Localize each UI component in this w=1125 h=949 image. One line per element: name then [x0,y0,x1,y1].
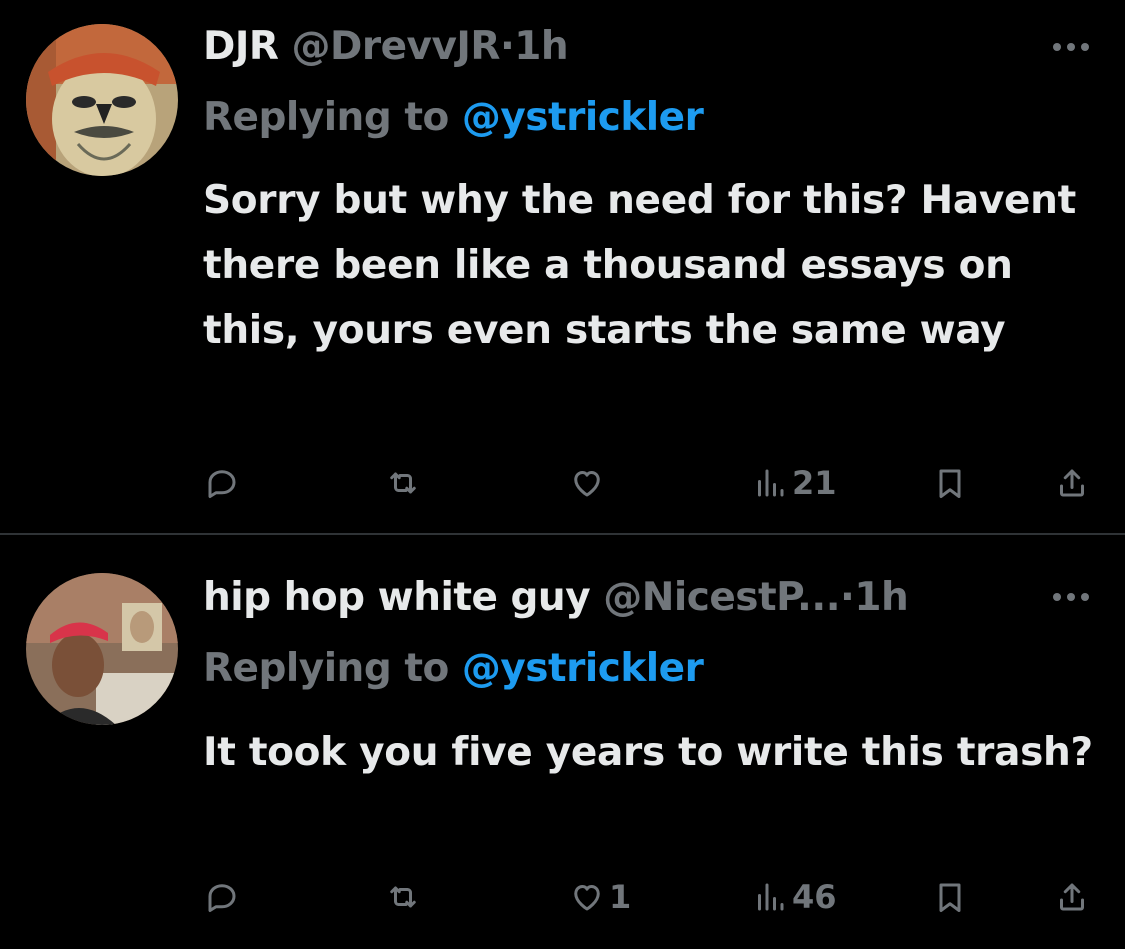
mention-link[interactable]: @ystrickler [462,646,704,691]
views-button[interactable]: 21 [752,463,837,503]
like-button[interactable]: 1 [569,877,631,917]
replying-prefix: Replying to [203,646,449,691]
reply-icon [208,884,236,912]
retweet-button[interactable] [385,877,425,917]
share-icon [1060,469,1084,497]
reply-button[interactable] [204,877,244,917]
like-button[interactable] [569,463,609,503]
display-name[interactable]: DJR [203,24,279,69]
action-bar: 1 46 [0,877,1125,917]
avatar[interactable] [26,24,178,176]
avatar[interactable] [26,573,178,725]
mention-link[interactable]: @ystrickler [462,95,704,140]
avatar-image [26,573,178,725]
reply-button[interactable] [204,463,244,503]
view-count: 46 [792,878,837,916]
heart-icon [574,885,600,911]
bookmark-icon [939,883,961,912]
display-name[interactable]: hip hop white guy [203,575,591,620]
share-button[interactable] [1054,463,1090,503]
tweet-text: Sorry but why the need for this? Havent … [203,178,1076,353]
like-count: 1 [609,878,632,916]
tweet-header: DJR @DrevvJR·1h [203,24,569,69]
tweet-text: It took you five years to write this tra… [203,730,1093,775]
separator: · [840,575,855,620]
heart-icon [574,471,600,497]
handle[interactable]: @DrevvJR [292,24,501,69]
views-button[interactable]: 46 [752,877,837,917]
share-button[interactable] [1054,877,1090,917]
more-icon[interactable] [1051,38,1091,58]
bookmark-icon [939,469,961,498]
retweet-icon [390,886,416,908]
tweet-header: hip hop white guy @NicestP...·1h [203,575,909,620]
retweet-button[interactable] [385,463,425,503]
separator: · [499,24,515,69]
retweet-icon [390,472,416,494]
handle[interactable]: @NicestP... [603,575,840,620]
action-bar: 21 [0,463,1125,503]
avatar-image [26,24,178,176]
reply-icon [208,470,236,498]
replying-to: Replying to @ystrickler [203,95,704,140]
tweet[interactable]: hip hop white guy @NicestP...·1h Replyin… [0,535,1125,949]
views-icon [758,883,784,911]
more-icon[interactable] [1051,588,1091,608]
views-icon [758,469,784,497]
bookmark-button[interactable] [932,877,968,917]
tweet[interactable]: DJR @DrevvJR·1h Replying to @ystrickler … [0,0,1125,533]
bookmark-button[interactable] [932,463,968,503]
timestamp[interactable]: 1h [854,575,908,620]
replying-prefix: Replying to [203,95,449,140]
view-count: 21 [792,464,837,502]
replying-to: Replying to @ystrickler [203,646,704,691]
share-icon [1060,883,1084,911]
timestamp[interactable]: 1h [514,24,568,69]
